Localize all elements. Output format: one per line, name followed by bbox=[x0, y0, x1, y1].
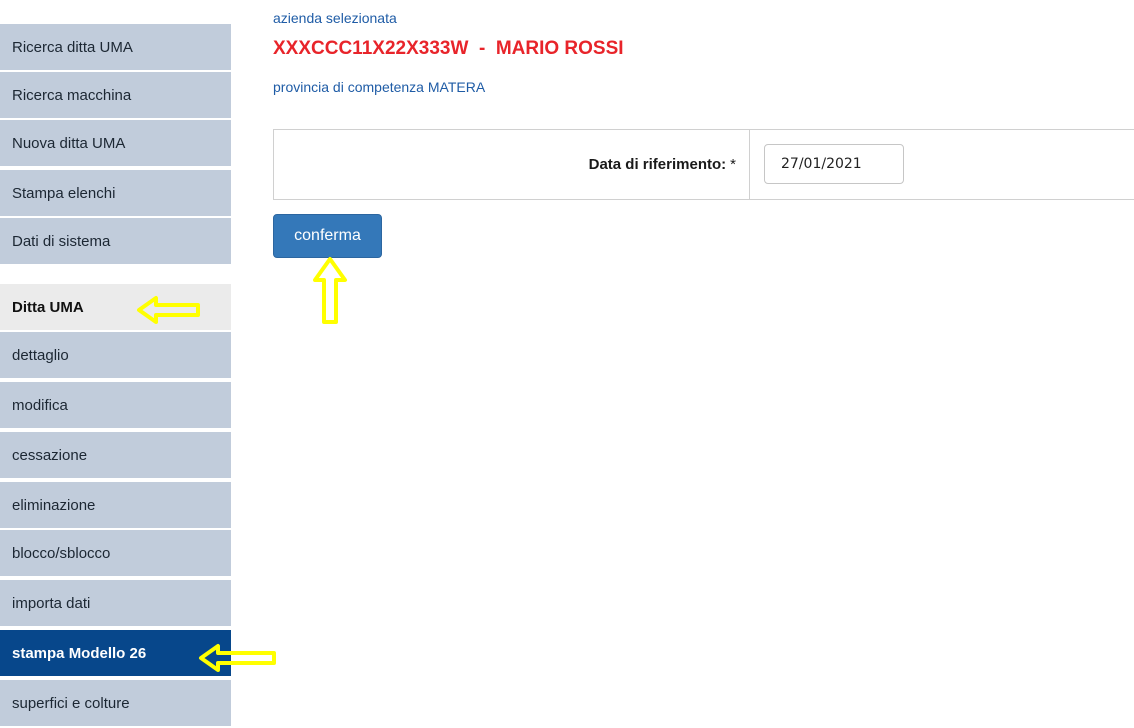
sidebar-item-cessazione[interactable]: cessazione bbox=[0, 432, 231, 480]
required-mark: * bbox=[730, 156, 736, 173]
sidebar-item-label: Ricerca macchina bbox=[12, 86, 132, 104]
sidebar-item-label: importa dati bbox=[12, 594, 91, 612]
annotation-arrow-up-icon bbox=[313, 257, 347, 324]
company-title: XXXCCC11X22X333W - MARIO ROSSI bbox=[273, 38, 624, 59]
sidebar-section-title: Ditta UMA bbox=[12, 298, 84, 316]
date-label-text: Data di riferimento: bbox=[588, 156, 727, 173]
form-divider bbox=[749, 130, 750, 199]
sidebar-item-eliminazione[interactable]: eliminazione bbox=[0, 482, 231, 530]
sidebar-item-label: Nuova ditta UMA bbox=[12, 134, 126, 152]
sidebar-item-superfici-e-colture[interactable]: superfici e colture bbox=[0, 680, 231, 728]
sidebar-item-blocco-sblocco[interactable]: blocco/sblocco bbox=[0, 530, 231, 578]
reference-date-input[interactable] bbox=[764, 144, 904, 184]
sidebar-item-label: Stampa elenchi bbox=[12, 184, 116, 202]
sidebar-item-importa-dati[interactable]: importa dati bbox=[0, 580, 231, 628]
sidebar-item-ricerca-macchina[interactable]: Ricerca macchina bbox=[0, 72, 231, 120]
selected-company-label: azienda selezionata bbox=[273, 10, 397, 26]
sidebar-item-label: blocco/sblocco bbox=[12, 544, 111, 562]
sidebar-item-label: eliminazione bbox=[12, 496, 96, 514]
annotation-arrow-left-icon bbox=[199, 644, 276, 672]
sidebar-item-modifica[interactable]: modifica bbox=[0, 382, 231, 430]
sidebar-item-label: stampa Modello 26 bbox=[12, 644, 147, 662]
sidebar-item-label: Dati di sistema bbox=[12, 232, 111, 250]
sidebar-item-stampa-modello-26[interactable]: stampa Modello 26 bbox=[0, 630, 231, 678]
annotation-arrow-left-icon bbox=[137, 296, 200, 324]
sidebar-item-label: modifica bbox=[12, 396, 68, 414]
sidebar-item-label: dettaglio bbox=[12, 346, 69, 364]
sidebar-item-label: Ricerca ditta UMA bbox=[12, 38, 133, 56]
sidebar-item-nuova-ditta-uma[interactable]: Nuova ditta UMA bbox=[0, 120, 231, 168]
sidebar-item-dati-di-sistema[interactable]: Dati di sistema bbox=[0, 218, 231, 266]
confirm-button[interactable]: conferma bbox=[273, 214, 382, 258]
sidebar-item-label: cessazione bbox=[12, 446, 88, 464]
sidebar-item-label: superfici e colture bbox=[12, 694, 130, 712]
date-field-label: Data di riferimento: * bbox=[274, 130, 736, 199]
sidebar-item-stampa-elenchi[interactable]: Stampa elenchi bbox=[0, 170, 231, 218]
province-label: provincia di competenza MATERA bbox=[273, 79, 486, 95]
reference-date-form: Data di riferimento: * bbox=[273, 129, 1134, 200]
sidebar-item-dettaglio[interactable]: dettaglio bbox=[0, 332, 231, 380]
sidebar-item-ricerca-ditta-uma[interactable]: Ricerca ditta UMA bbox=[0, 24, 231, 72]
